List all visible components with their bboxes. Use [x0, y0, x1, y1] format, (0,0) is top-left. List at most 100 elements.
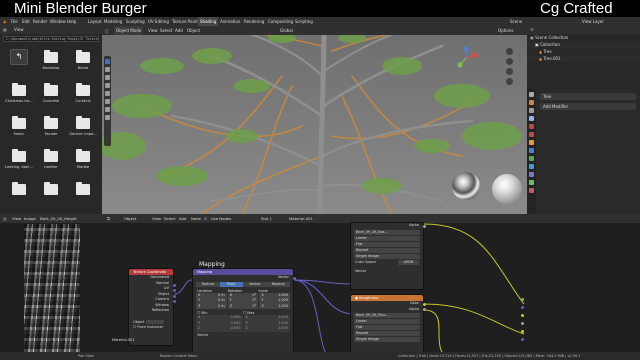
- node-image-texture-basecolor[interactable]: Alpha Bark_09_2K_Bas... Linear Flat Repe…: [350, 222, 426, 290]
- editor-type-icon[interactable]: ▦: [3, 26, 7, 34]
- data-tab-icon[interactable]: [529, 180, 534, 185]
- node-select-menu[interactable]: Select: [164, 214, 176, 223]
- file-item[interactable]: Marble: [69, 145, 97, 173]
- add-modifier-button[interactable]: Add Modifier: [540, 103, 636, 110]
- scene-selector[interactable]: Scene: [510, 17, 522, 26]
- file-item[interactable]: Curtains: [69, 79, 97, 107]
- material-selector[interactable]: Material.001: [289, 214, 313, 223]
- mapping-loc-field[interactable]: Z0 m: [196, 303, 227, 309]
- socket[interactable]: [173, 284, 176, 287]
- scene-tab-icon[interactable]: [529, 124, 534, 129]
- outliner-row-tree[interactable]: ▲ Tree: [527, 49, 640, 55]
- viewport-editor-type-icon[interactable]: ◫: [105, 26, 109, 35]
- outliner-row-collection[interactable]: ▣ Collection: [527, 42, 640, 48]
- object-tab-icon[interactable]: [529, 140, 534, 145]
- file-item[interactable]: Facade: [37, 112, 65, 140]
- tab-compositing[interactable]: Compositing: [266, 17, 295, 26]
- world-tab-icon[interactable]: [529, 132, 534, 137]
- modifier-tab-icon[interactable]: [529, 148, 534, 153]
- menu-window[interactable]: Window: [50, 17, 66, 26]
- type-point[interactable]: Point: [219, 281, 243, 287]
- type-texture[interactable]: Texture: [196, 281, 220, 287]
- file-item[interactable]: Leather: [37, 145, 65, 173]
- outliner-row-tree-001[interactable]: ▲ Tree.001: [527, 56, 640, 62]
- view-layer-tab-icon[interactable]: [529, 116, 534, 121]
- node-texture-coordinate[interactable]: Texture Coordinate Generated Normal UV O…: [128, 268, 176, 346]
- perspective-toggle-icon[interactable]: [506, 78, 513, 85]
- mapping-scale-field[interactable]: Z 1.000: [259, 303, 291, 309]
- image-selector[interactable]: Bark_09_2K_Rou...: [354, 313, 420, 318]
- object-type-selector[interactable]: Object: [124, 214, 136, 223]
- node-image-texture-roughness[interactable]: ● Roughness Color Alpha Bark_09_2K_Rou..…: [350, 294, 426, 360]
- socket[interactable]: [521, 306, 524, 309]
- file-item[interactable]: ↰: [5, 46, 33, 74]
- socket[interactable]: [173, 289, 176, 292]
- menu-edit[interactable]: Edit: [22, 17, 30, 26]
- type-normal[interactable]: Normal: [266, 281, 290, 287]
- socket[interactable]: [423, 303, 426, 306]
- particles-tab-icon[interactable]: [529, 156, 534, 161]
- socket[interactable]: [521, 314, 524, 317]
- tab-sculpting[interactable]: Sculpting: [124, 17, 147, 26]
- viewport-add-menu[interactable]: Add: [175, 26, 183, 35]
- measure-tool-icon[interactable]: [105, 115, 110, 120]
- file-view-menu[interactable]: View: [14, 26, 24, 34]
- slot-selector[interactable]: Slot 1: [261, 214, 272, 223]
- navigation-gizmo[interactable]: [454, 46, 478, 70]
- node-mapping[interactable]: Mapping Vector Texture Point Vector Norm…: [192, 268, 296, 360]
- object-name-field[interactable]: Tree: [540, 93, 636, 100]
- scale-tool-icon[interactable]: [105, 91, 110, 96]
- tab-animation[interactable]: Animation: [218, 17, 242, 26]
- output-tab-icon[interactable]: [529, 108, 534, 113]
- move-tool-icon[interactable]: [105, 75, 110, 80]
- interpolation-selector[interactable]: Linear: [354, 235, 420, 241]
- image-selector[interactable]: Bark_09_2K_Bas...: [354, 229, 420, 235]
- node-menu[interactable]: Node: [191, 214, 201, 223]
- menu-render[interactable]: Render: [33, 17, 47, 26]
- zoom-icon[interactable]: [506, 48, 513, 55]
- image-name-field[interactable]: Bark_09_2K_Height: [40, 214, 77, 223]
- tool-tab-icon[interactable]: [529, 92, 534, 97]
- socket[interactable]: [173, 295, 176, 298]
- projection-selector[interactable]: Flat: [354, 241, 420, 247]
- material-tab-icon[interactable]: [529, 188, 534, 193]
- image-menu[interactable]: Image: [24, 214, 36, 223]
- viewport-view-menu[interactable]: View: [148, 26, 158, 35]
- interpolation-selector[interactable]: Linear: [354, 319, 420, 324]
- extension-selector[interactable]: Repeat: [354, 331, 420, 336]
- socket[interactable]: [521, 330, 524, 333]
- 3d-viewport[interactable]: ◫ Object Mode View Select Add Object Glo…: [102, 26, 527, 214]
- render-tab-icon[interactable]: [529, 100, 534, 105]
- view-layer-selector[interactable]: View Layer: [582, 17, 604, 26]
- socket[interactable]: [521, 298, 524, 301]
- socket[interactable]: [423, 308, 426, 311]
- extension-selector[interactable]: Repeat: [354, 247, 420, 253]
- menu-help[interactable]: Help: [67, 17, 76, 26]
- outliner-scene-collection[interactable]: ▣ Scene Collection: [527, 35, 640, 41]
- tab-modeling[interactable]: Modeling: [102, 17, 124, 26]
- node-add-menu[interactable]: Add: [179, 214, 186, 223]
- file-item[interactable]: Generic impe...: [69, 112, 97, 140]
- from-instancer-checkbox[interactable]: ☐ From Instancer: [129, 325, 173, 331]
- socket[interactable]: [173, 300, 176, 303]
- file-item[interactable]: [37, 178, 65, 206]
- viewport-object-menu[interactable]: Object: [187, 26, 200, 35]
- node-editor-type-icon[interactable]: ⧉: [107, 214, 110, 223]
- outliner-editor-icon[interactable]: ☰: [530, 26, 534, 34]
- viewport-select-menu[interactable]: Select: [160, 26, 172, 35]
- type-vector[interactable]: Vector: [243, 281, 267, 287]
- cursor-tool-icon[interactable]: [105, 67, 110, 72]
- color-space-selector[interactable]: sRGB: [397, 259, 419, 265]
- socket[interactable]: [521, 338, 524, 341]
- rotate-tool-icon[interactable]: [105, 83, 110, 88]
- constraints-tab-icon[interactable]: [529, 172, 534, 177]
- file-path-field[interactable]: C:\Documents\ume\Ultra Editing Packs\CG …: [3, 36, 99, 42]
- tab-texture-paint[interactable]: Texture Paint: [170, 17, 200, 26]
- projection-selector[interactable]: Flat: [354, 325, 420, 330]
- file-item[interactable]: Backdrop: [37, 46, 65, 74]
- image-editor-type-icon[interactable]: ▨: [3, 214, 7, 223]
- mapping-min-field[interactable]: Z 0.000: [196, 326, 243, 332]
- socket[interactable]: [293, 277, 296, 280]
- file-item[interactable]: Christmas tre...: [5, 79, 33, 107]
- image-view-menu[interactable]: View: [12, 214, 21, 223]
